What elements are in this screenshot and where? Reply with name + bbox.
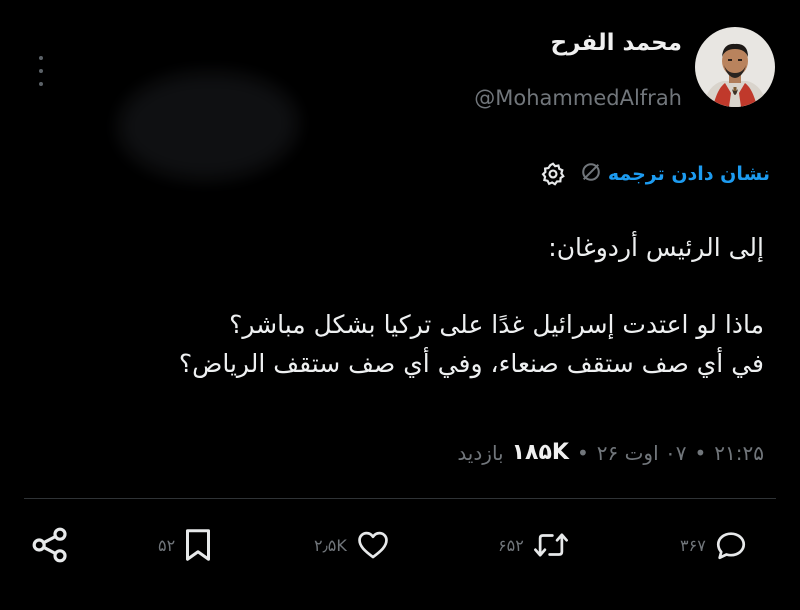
share-nodes-icon [30,525,70,565]
reply-count: ۳۶۷ [680,535,706,555]
tweet-text: إلى الرئيس أردوغان: ماذا لو اعتدت إسرائي… [44,228,764,383]
tweet-meta: ۲۱:۲۵ • ۰۷ اوت ۲۶ • ۱۸۵K بازدید [457,440,764,465]
meta-separator: • [694,440,707,465]
share-button[interactable] [30,524,70,566]
translate-link[interactable]: نشان دادن ترجمه [580,161,770,188]
blurred-smudge [118,72,298,180]
tweet-line: في أي صف ستقف صنعاء، وفي أي صف ستقف الري… [178,349,764,378]
retweet-button[interactable]: ۶۵۲ [498,524,570,566]
more-dot [39,56,43,60]
divider [24,498,776,499]
tweet-date[interactable]: ۰۷ اوت ۲۶ [597,441,687,465]
views-label: بازدید [457,440,504,465]
retweet-icon [532,528,570,562]
translate-globe-icon [580,161,602,188]
avatar[interactable] [695,27,775,107]
tweet-time[interactable]: ۲۱:۲۵ [714,441,764,465]
reply-bubble-icon [714,528,748,562]
more-dot [39,69,43,73]
meta-separator: • [576,440,589,465]
reply-button[interactable]: ۳۶۷ [680,524,748,566]
bookmark-count: ۵۲ [158,535,176,555]
translate-label: نشان دادن ترجمه [607,163,770,185]
user-handle[interactable]: @MohammedAlfrah [474,86,682,110]
like-button[interactable]: ۲٫۵K [314,524,391,566]
tweet-line: إلى الرئيس أردوغان: [548,233,764,262]
heart-icon [355,528,391,562]
display-name[interactable]: محمد الفرح [551,30,683,56]
retweet-count: ۶۵۲ [498,535,524,555]
gear-icon[interactable] [536,157,570,191]
bookmark-button[interactable]: ۵۲ [158,524,213,566]
like-count: ۲٫۵K [314,535,347,555]
more-vertical-icon[interactable] [36,56,46,86]
views-count[interactable]: ۱۸۵K [512,440,569,465]
tweet-line: ماذا لو اعتدت إسرائيل غدًا على تركيا بشك… [229,310,764,339]
translate-row: نشان دادن ترجمه [508,152,770,196]
bookmark-icon [183,527,213,563]
more-dot [39,82,43,86]
